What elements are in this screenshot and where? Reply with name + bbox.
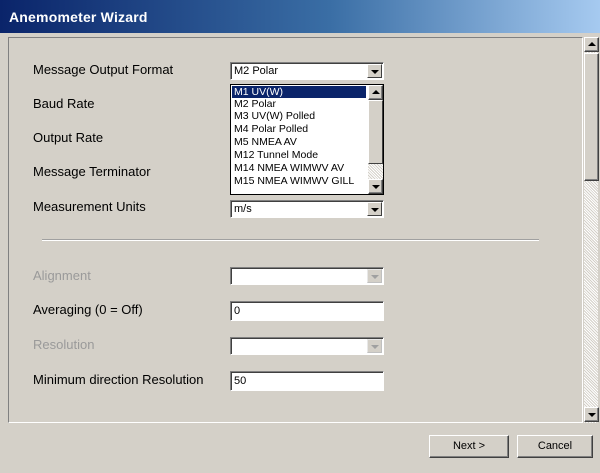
- resolution-select[interactable]: [230, 337, 384, 355]
- averaging-input[interactable]: 0: [230, 301, 384, 321]
- alignment-select[interactable]: [230, 267, 384, 285]
- alignment-label: Alignment: [33, 268, 91, 283]
- message-output-format-value: M2 Polar: [234, 65, 279, 77]
- chevron-down-icon: [371, 70, 379, 74]
- down-arrow-icon: [372, 185, 380, 189]
- option-m1-uvw[interactable]: M1 UV(W): [232, 86, 366, 98]
- scroll-thumb[interactable]: [584, 53, 599, 181]
- output-rate-label: Output Rate: [33, 130, 104, 145]
- message-terminator-label: Message Terminator: [33, 164, 151, 179]
- message-output-format-dropdown-list[interactable]: M1 UV(W) M2 Polar M3 UV(W) Polled M4 Pol…: [230, 84, 384, 195]
- alignment-dropdown-button[interactable]: [367, 269, 382, 283]
- measurement-units-value: m/s: [234, 203, 252, 215]
- minimum-direction-resolution-label: Minimum direction Resolution: [33, 372, 204, 387]
- next-button[interactable]: Next >: [429, 435, 509, 458]
- up-arrow-icon: [372, 90, 380, 94]
- measurement-units-dropdown-button[interactable]: [367, 202, 382, 216]
- measurement-units-select[interactable]: m/s: [230, 200, 384, 218]
- averaging-value: 0: [234, 305, 241, 317]
- option-m14-nmea-wimwv-av[interactable]: M14 NMEA WIMWV AV: [232, 162, 366, 174]
- option-m3-uvw-polled[interactable]: M3 UV(W) Polled: [232, 110, 366, 122]
- up-arrow-icon: [588, 42, 596, 46]
- option-m4-polar-polled[interactable]: M4 Polar Polled: [232, 123, 366, 135]
- option-m2-polar[interactable]: M2 Polar: [232, 98, 366, 110]
- message-output-format-dropdown-button[interactable]: [367, 64, 382, 78]
- title-bar[interactable]: Anemometer Wizard: [0, 0, 600, 33]
- section-divider: [42, 239, 539, 241]
- minimum-direction-resolution-input[interactable]: 50: [230, 371, 384, 391]
- window-title: Anemometer Wizard: [9, 9, 148, 25]
- dropdown-scroll-thumb[interactable]: [368, 100, 383, 164]
- chevron-down-icon: [371, 208, 379, 212]
- resolution-label: Resolution: [33, 337, 95, 352]
- scroll-up-button[interactable]: [584, 37, 599, 52]
- wizard-window: Anemometer Wizard Message Output Format …: [0, 0, 600, 473]
- message-output-format-select[interactable]: M2 Polar: [230, 62, 384, 80]
- cancel-button[interactable]: Cancel: [517, 435, 593, 458]
- minimum-direction-resolution-value: 50: [234, 375, 247, 387]
- down-arrow-icon: [588, 413, 596, 417]
- baud-rate-label: Baud Rate: [33, 96, 95, 111]
- averaging-label: Averaging (0 = Off): [33, 302, 143, 317]
- option-m5-nmea-av[interactable]: M5 NMEA AV: [232, 136, 366, 148]
- option-m15-nmea-wimwv-gill[interactable]: M15 NMEA WIMWV GILL: [232, 175, 366, 187]
- scroll-down-button[interactable]: [584, 407, 599, 422]
- resolution-dropdown-button[interactable]: [367, 339, 382, 353]
- dropdown-list-scrollbar[interactable]: [368, 85, 383, 194]
- dropdown-scroll-down-button[interactable]: [368, 179, 383, 194]
- chevron-down-icon: [371, 345, 379, 349]
- message-output-format-label: Message Output Format: [33, 62, 174, 77]
- form-scrollbar[interactable]: [583, 37, 599, 423]
- option-m12-tunnel-mode[interactable]: M12 Tunnel Mode: [232, 149, 366, 161]
- measurement-units-label: Measurement Units: [33, 199, 146, 214]
- dropdown-scroll-up-button[interactable]: [368, 85, 383, 100]
- chevron-down-icon: [371, 275, 379, 279]
